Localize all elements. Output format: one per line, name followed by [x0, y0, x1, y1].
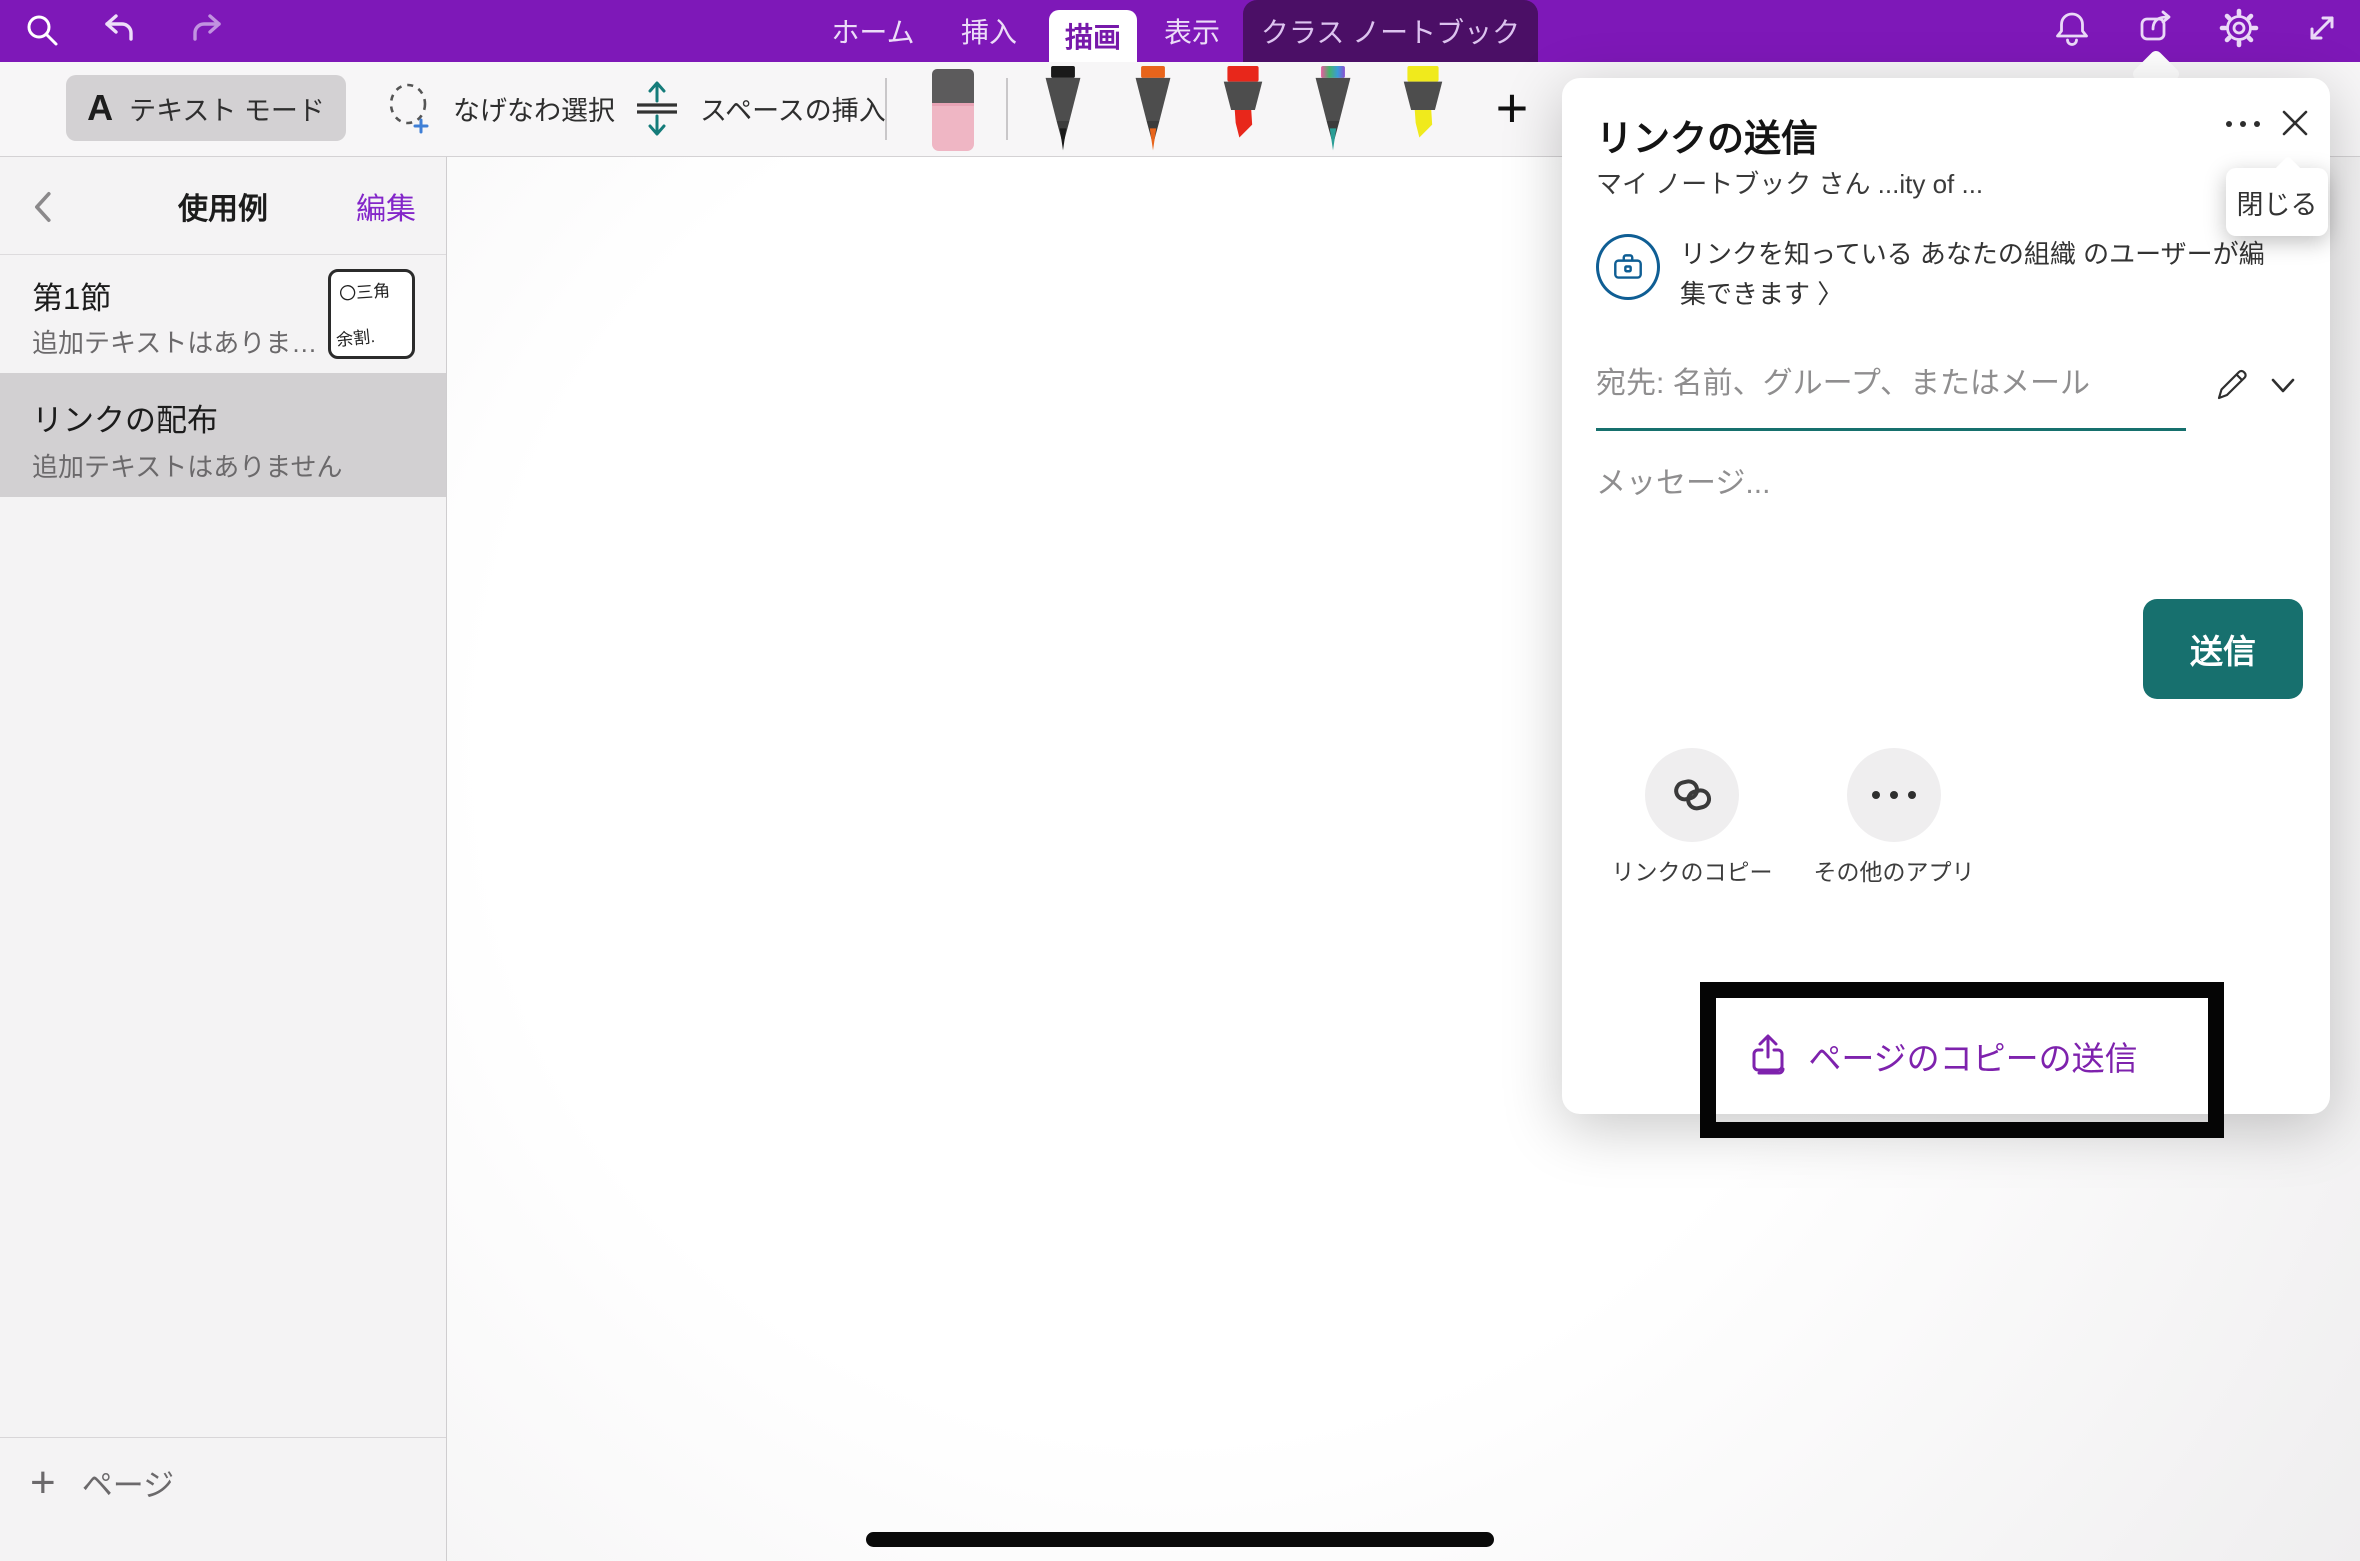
insert-space-label: スペースの挿入	[700, 89, 886, 128]
add-pen-button[interactable]: +	[1484, 80, 1540, 136]
page-item-link-distribution[interactable]: リンクの配布 追加テキストはありません	[0, 373, 446, 497]
page-list-sidebar: 使用例 編集 第1節 追加テキストはありま… 〇三角 余割. リンクの配布 追加…	[0, 157, 447, 1561]
thumbnail-handwriting: 余割.	[335, 322, 376, 351]
rainbow-pen-icon[interactable]	[1301, 66, 1365, 154]
text-mode-button[interactable]: A テキスト モード	[66, 75, 346, 141]
tooltip-label: 閉じる	[2237, 183, 2318, 222]
page-item-section1[interactable]: 第1節 追加テキストはありま… 〇三角 余割.	[0, 255, 446, 373]
back-chevron-icon[interactable]	[26, 189, 62, 225]
ellipsis-icon	[2254, 121, 2260, 127]
thumbnail-handwriting: 〇三角	[338, 276, 391, 304]
sidebar-footer: + ページ	[0, 1437, 446, 1561]
link-permission-row[interactable]: リンクを知っている あなたの組織 のユーザーが編集できます 〉	[1596, 234, 2296, 315]
plus-icon: +	[30, 1461, 56, 1505]
notifications-bell-icon[interactable]	[2050, 6, 2094, 50]
black-pen-icon[interactable]	[1031, 66, 1095, 154]
tab-draw-active[interactable]: 描画	[1049, 10, 1137, 62]
orange-pen-icon[interactable]	[1121, 66, 1185, 154]
text-mode-letter: A	[87, 87, 113, 129]
copy-link-button[interactable]	[1645, 748, 1739, 842]
settings-gear-icon[interactable]	[2217, 6, 2261, 50]
red-highlighter-icon[interactable]	[1211, 66, 1275, 154]
insert-space-icon	[628, 79, 686, 137]
tab-home[interactable]: ホーム	[831, 0, 914, 62]
redo-icon[interactable]	[184, 8, 228, 52]
send-link-dialog: リンクの送信 マイ ノートブック さん ...ity of ... 閉じる リン…	[1562, 78, 2330, 1114]
share-page-icon	[1746, 1033, 1792, 1079]
pencil-edit-icon[interactable]	[2210, 362, 2254, 406]
page-item-subtitle: 追加テキストはありません	[32, 447, 342, 484]
chevron-right-icon: 〉	[1817, 279, 1843, 309]
more-apps-label: その他のアプリ	[1797, 853, 1991, 887]
text-mode-label: テキスト モード	[129, 89, 325, 128]
link-icon	[1667, 770, 1717, 820]
lasso-label: なげなわ選択	[453, 89, 615, 128]
tab-class-notebook[interactable]: クラス ノートブック	[1243, 0, 1538, 62]
page-item-title: 第1節	[32, 273, 111, 318]
undo-icon[interactable]	[98, 8, 142, 52]
lasso-icon	[381, 79, 439, 137]
toolbar-divider	[1006, 78, 1008, 140]
tab-view[interactable]: 表示	[1164, 0, 1220, 62]
briefcase-icon	[1596, 234, 1660, 300]
insert-space-button[interactable]: スペースの挿入	[628, 75, 886, 141]
chevron-down-icon[interactable]	[2266, 372, 2302, 400]
tooltip-pointer	[2274, 156, 2302, 184]
page-item-subtitle: 追加テキストはありま…	[32, 323, 317, 360]
page-thumbnail: 〇三角 余割.	[328, 269, 415, 359]
ellipsis-icon	[2240, 121, 2246, 127]
permission-text: リンクを知っている あなたの組織 のユーザーが編集できます 〉	[1680, 234, 2265, 315]
send-page-copy-label: ページのコピーの送信	[1808, 1032, 2137, 1080]
lasso-select-button[interactable]: なげなわ選択	[381, 75, 615, 141]
send-button[interactable]: 送信	[2143, 599, 2303, 699]
page-item-title: リンクの配布	[32, 395, 218, 440]
top-app-bar: ホーム 挿入 描画 表示 クラス ノートブック	[0, 0, 2360, 62]
more-options-button[interactable]	[2226, 114, 2274, 134]
add-page-label: ページ	[82, 1460, 174, 1505]
yellow-highlighter-icon[interactable]	[1391, 66, 1455, 154]
edit-button[interactable]: 編集	[356, 157, 416, 255]
recipient-underline	[1596, 428, 2186, 431]
copy-link-label: リンクのコピー	[1595, 853, 1789, 887]
ellipsis-icon	[1872, 791, 1916, 799]
notebook-subtitle: マイ ノートブック さん ...ity of ...	[1596, 164, 1983, 201]
expand-icon[interactable]	[2300, 6, 2344, 50]
message-input[interactable]	[1596, 460, 2236, 508]
more-apps-button[interactable]	[1847, 748, 1941, 842]
add-page-button[interactable]: + ページ	[30, 1460, 174, 1505]
toolbar-divider	[885, 78, 887, 140]
home-indicator[interactable]	[866, 1532, 1494, 1547]
dialog-title: リンクの送信	[1596, 108, 1818, 162]
ellipsis-icon	[2226, 121, 2232, 127]
tab-insert[interactable]: 挿入	[961, 0, 1017, 62]
send-page-copy-button[interactable]: ページのコピーの送信	[1682, 1020, 2202, 1092]
recipient-input[interactable]	[1596, 360, 2156, 408]
close-button[interactable]	[2276, 104, 2314, 142]
share-icon[interactable]	[2135, 6, 2179, 50]
eraser-icon[interactable]	[932, 69, 974, 151]
search-icon[interactable]	[20, 8, 64, 52]
sidebar-header: 使用例 編集	[0, 157, 446, 255]
close-tooltip: 閉じる	[2226, 168, 2328, 236]
